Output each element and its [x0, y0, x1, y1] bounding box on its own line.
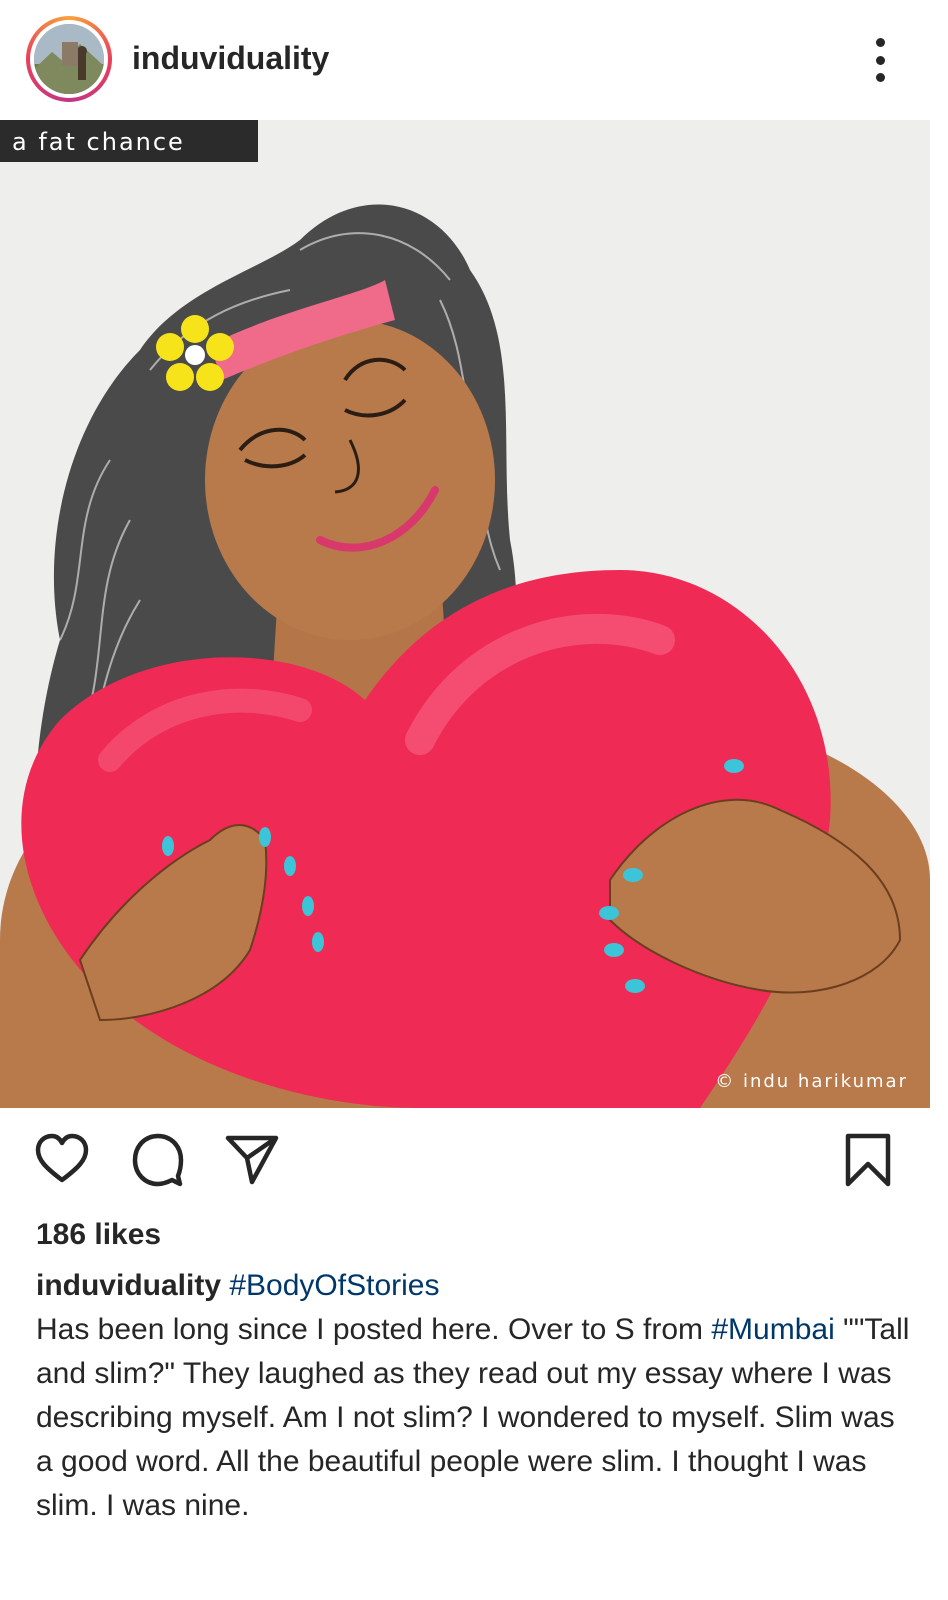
more-vertical-icon[interactable] — [870, 38, 890, 82]
header-username[interactable]: induviduality — [132, 40, 329, 77]
bookmark-icon[interactable] — [838, 1130, 898, 1190]
action-bar — [0, 1130, 948, 1190]
hashtag-link[interactable]: #Mumbai — [711, 1313, 834, 1346]
heart-icon[interactable] — [32, 1130, 92, 1190]
avatar[interactable] — [26, 16, 112, 102]
hashtag-link[interactable]: #BodyOfStories — [229, 1269, 439, 1302]
caption-text: Has been long since I posted here. Over … — [36, 1313, 712, 1346]
illustration — [0, 120, 930, 1108]
post-title-tag: a fat chance — [0, 120, 258, 162]
comment-icon[interactable] — [128, 1130, 188, 1190]
like-count[interactable]: 186 likes — [36, 1218, 161, 1252]
post-header: induviduality — [0, 0, 948, 120]
avatar-image — [34, 24, 104, 94]
post-caption: induviduality #BodyOfStories Has been lo… — [36, 1264, 916, 1528]
post-image[interactable]: a fat chance © indu harikumar — [0, 120, 930, 1108]
caption-username[interactable]: induviduality — [36, 1269, 221, 1302]
artist-credit: © indu harikumar — [715, 1071, 908, 1092]
send-icon[interactable] — [222, 1130, 282, 1190]
